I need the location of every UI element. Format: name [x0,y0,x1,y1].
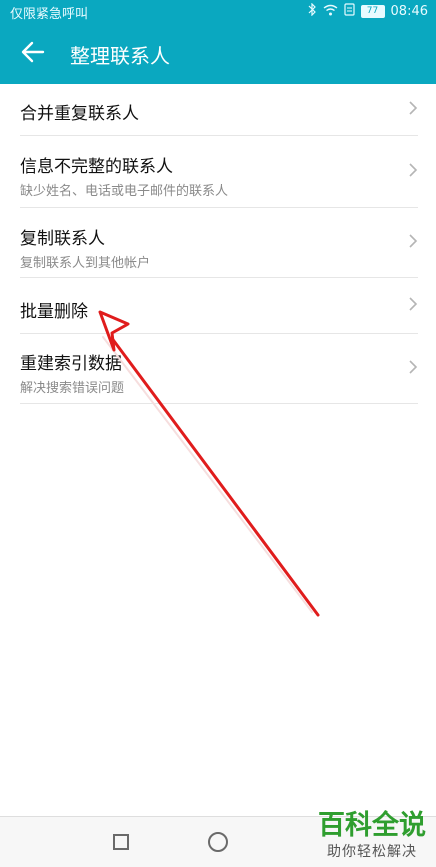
app-bar: 整理联系人 [0,24,436,84]
clock-time: 08:46 [390,4,428,19]
chevron-right-icon [408,359,418,379]
menu-item-subtitle: 解决搜索错误问题 [20,381,125,396]
chevron-right-icon [408,296,418,316]
alarm-icon [343,3,355,20]
menu-item-subtitle: 缺少姓名、电话或电子邮件的联系人 [20,184,229,199]
chevron-right-icon [408,162,418,182]
chevron-right-icon [408,233,418,253]
menu-item-title: 合并重复联系人 [20,104,139,124]
menu-item-title: 复制联系人 [20,229,105,249]
menu-item-title: 信息不完整的联系人 [20,157,173,177]
battery-icon: 77 [360,5,385,18]
menu-item-title: 重建索引数据 [20,354,122,374]
recent-apps-icon[interactable] [113,834,129,850]
back-arrow-icon [21,41,45,67]
wifi-icon [323,4,338,20]
home-icon[interactable] [208,832,228,852]
watermark-slogan: 助你轻松解决 [327,844,417,860]
menu-item-merge-duplicates[interactable]: 合并重复联系人 [20,84,418,136]
back-button[interactable] [18,39,48,69]
watermark-logo: 百科全说 助你轻松解决 [318,811,426,861]
menu-item-subtitle: 复制联系人到其他帐户 [20,256,151,271]
organize-contacts-list: 合并重复联系人 信息不完整的联系人 缺少姓名、电话或电子邮件的联系人 复制联系人… [0,84,436,404]
bluetooth-icon [308,2,317,20]
menu-item-title: 批量删除 [20,302,88,322]
carrier-text: 仅限紧急呼叫 [10,7,89,22]
watermark-brand: 百科全说 [318,810,426,841]
menu-item-rebuild-index[interactable]: 重建索引数据 解决搜索错误问题 [20,334,418,404]
chevron-right-icon [408,100,418,120]
status-icons: 77 08:46 [308,2,428,20]
status-bar: 仅限紧急呼叫 77 08:46 [0,0,436,24]
menu-item-batch-delete[interactable]: 批量删除 [20,278,418,334]
page-title: 整理联系人 [70,44,170,68]
menu-item-incomplete-contacts[interactable]: 信息不完整的联系人 缺少姓名、电话或电子邮件的联系人 [20,136,418,208]
menu-item-copy-contacts[interactable]: 复制联系人 复制联系人到其他帐户 [20,208,418,278]
